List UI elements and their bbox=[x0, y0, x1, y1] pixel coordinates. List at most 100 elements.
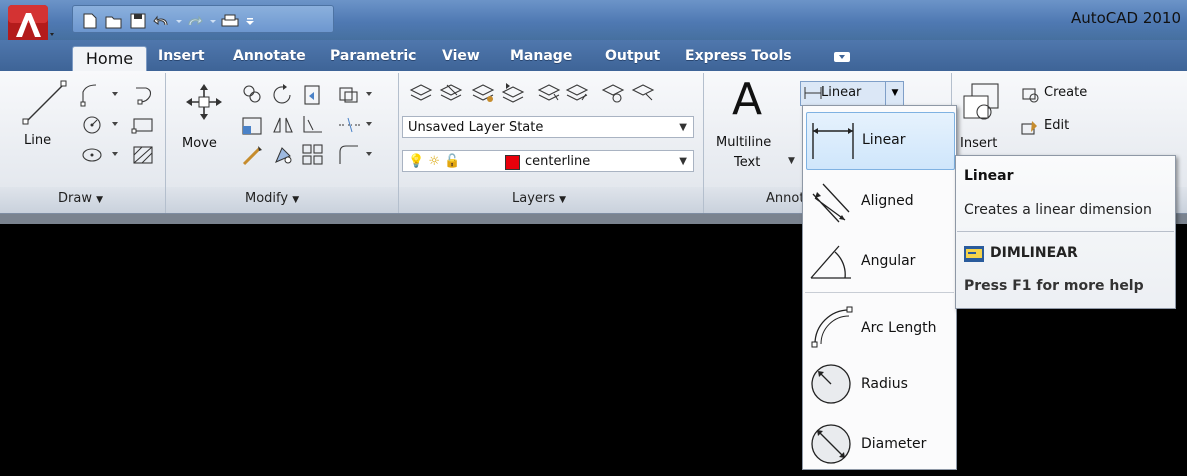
layer-state-dropdown[interactable]: Unsaved Layer State ▼ bbox=[402, 116, 694, 138]
sun-icon: ☼ bbox=[428, 154, 440, 169]
redo-icon[interactable] bbox=[187, 13, 205, 29]
menu-item-diameter[interactable]: Diameter bbox=[803, 416, 956, 476]
explode-dropdown-icon[interactable] bbox=[364, 118, 374, 130]
menu-item-angular[interactable]: Angular bbox=[803, 232, 956, 292]
arc-length-dimension-icon bbox=[811, 306, 853, 348]
dimension-split-button[interactable]: Linear ▼ bbox=[800, 81, 904, 106]
menu-item-radius[interactable]: Radius bbox=[803, 356, 956, 416]
tab-output[interactable]: Output bbox=[605, 48, 660, 64]
line-button-label: Line bbox=[24, 133, 52, 148]
tab-parametric[interactable]: Parametric bbox=[330, 48, 416, 64]
open-folder-icon[interactable] bbox=[105, 13, 123, 29]
panel-separator bbox=[703, 73, 704, 213]
multiline-text-button[interactable]: A Multiline Text ▼ bbox=[712, 74, 796, 178]
chamfer-dropdown-icon[interactable] bbox=[364, 148, 374, 160]
trim-icon[interactable] bbox=[300, 82, 326, 108]
tab-view[interactable]: View bbox=[442, 48, 480, 64]
undo-icon[interactable] bbox=[153, 13, 171, 29]
plot-icon[interactable] bbox=[221, 13, 239, 29]
layer-dropdown[interactable]: 💡 ☼ 🔓 centerline ▼ bbox=[402, 150, 694, 172]
draw-panel-title[interactable]: Draw ▼ bbox=[58, 191, 103, 206]
layer-unisolate-icon[interactable] bbox=[564, 80, 590, 106]
menu-item-label: Linear bbox=[862, 132, 906, 148]
tab-insert[interactable]: Insert bbox=[158, 48, 205, 64]
tooltip-divider bbox=[957, 231, 1174, 232]
insert-button-label: Insert bbox=[960, 136, 998, 151]
circle-icon[interactable] bbox=[80, 112, 106, 138]
new-file-icon[interactable] bbox=[81, 13, 99, 29]
layers-panel-label: Layers bbox=[512, 191, 556, 206]
tooltip-title: Linear bbox=[964, 168, 1014, 184]
edit-button-label: Edit bbox=[1044, 118, 1070, 133]
diameter-dimension-icon bbox=[811, 424, 851, 464]
redo-dropdown-icon[interactable] bbox=[209, 13, 217, 29]
ellipse-dropdown-icon[interactable] bbox=[110, 148, 120, 160]
mirror-icon[interactable] bbox=[270, 112, 296, 138]
menu-item-aligned[interactable]: Aligned bbox=[803, 172, 956, 232]
tab-express-tools[interactable]: Express Tools bbox=[685, 48, 792, 64]
chevron-down-icon: ▼ bbox=[679, 156, 687, 167]
offset-icon[interactable] bbox=[300, 142, 326, 168]
layers-panel-title[interactable]: Layers ▼ bbox=[512, 191, 566, 206]
angular-dimension-icon bbox=[810, 245, 851, 279]
panel-expand-icon: ▼ bbox=[292, 195, 300, 205]
menu-item-arc-length[interactable]: Arc Length bbox=[803, 296, 956, 356]
polyline-dropdown-icon[interactable] bbox=[110, 88, 120, 100]
tooltip: Linear Creates a linear dimension DIMLIN… bbox=[955, 155, 1176, 309]
dimension-dropdown-arrow-icon[interactable]: ▼ bbox=[885, 82, 904, 105]
move-tool-icon bbox=[186, 84, 222, 120]
ellipse-icon[interactable] bbox=[80, 142, 106, 168]
layer-isolate-icon[interactable] bbox=[536, 80, 562, 106]
dimension-split-label: Linear bbox=[821, 85, 862, 100]
array-icon[interactable] bbox=[270, 142, 296, 168]
save-icon[interactable] bbox=[129, 13, 147, 29]
copy-icon[interactable] bbox=[240, 82, 266, 108]
multiline-label-line1: Multiline bbox=[716, 135, 772, 150]
linear-dimension-icon bbox=[812, 123, 854, 159]
layer-properties-icon[interactable] bbox=[408, 80, 434, 106]
stretch-icon[interactable] bbox=[240, 112, 266, 138]
fillet-icon[interactable] bbox=[300, 112, 326, 138]
line-button[interactable]: Line bbox=[20, 78, 70, 158]
tab-home[interactable]: Home bbox=[72, 46, 147, 72]
panel-expand-icon: ▼ bbox=[96, 195, 104, 205]
create-block-button[interactable]: Create bbox=[1020, 85, 1130, 105]
text-a-icon: A bbox=[732, 74, 763, 125]
edit-block-button[interactable]: Edit bbox=[1020, 118, 1130, 138]
circle-dropdown-icon[interactable] bbox=[110, 118, 120, 130]
qat-customize-icon[interactable] bbox=[245, 13, 255, 29]
insert-block-button[interactable]: Insert bbox=[958, 80, 1008, 160]
move-button-label: Move bbox=[182, 136, 217, 151]
undo-dropdown-icon[interactable] bbox=[175, 13, 183, 29]
minimize-ribbon-icon[interactable] bbox=[834, 52, 850, 62]
menu-item-linear[interactable]: Linear bbox=[806, 112, 955, 170]
modify-panel-title[interactable]: Modify ▼ bbox=[245, 191, 299, 206]
layer-state-icon[interactable] bbox=[438, 80, 464, 106]
chevron-down-icon: ▼ bbox=[679, 122, 687, 133]
multiline-label-line2: Text bbox=[734, 155, 761, 170]
polyline-icon[interactable] bbox=[80, 82, 110, 108]
tab-annotate[interactable]: Annotate bbox=[233, 48, 306, 64]
aligned-dimension-icon bbox=[812, 183, 850, 223]
layer-freeze-icon[interactable] bbox=[600, 80, 626, 106]
layer-match-icon[interactable] bbox=[470, 80, 496, 106]
command-window-icon bbox=[964, 246, 984, 262]
create-button-label: Create bbox=[1044, 85, 1088, 100]
menu-divider bbox=[805, 292, 954, 293]
tab-manage[interactable]: Manage bbox=[510, 48, 572, 64]
scale-icon[interactable] bbox=[240, 142, 266, 168]
spline-icon[interactable] bbox=[128, 82, 158, 108]
rotate-icon[interactable] bbox=[270, 82, 296, 108]
window-title: AutoCAD 2010 bbox=[1070, 9, 1181, 27]
move-button[interactable]: Move bbox=[178, 78, 230, 158]
erase-icon[interactable] bbox=[336, 82, 362, 108]
erase-dropdown-icon[interactable] bbox=[364, 88, 374, 100]
layer-off-icon[interactable] bbox=[630, 80, 656, 106]
layer-previous-icon[interactable] bbox=[500, 80, 526, 106]
hatch-icon[interactable] bbox=[128, 142, 158, 168]
chamfer-icon[interactable] bbox=[336, 142, 362, 168]
panel-separator bbox=[165, 73, 166, 213]
explode-icon[interactable] bbox=[336, 112, 362, 138]
menu-item-label: Arc Length bbox=[861, 320, 937, 336]
rectangle-icon[interactable] bbox=[128, 112, 158, 138]
